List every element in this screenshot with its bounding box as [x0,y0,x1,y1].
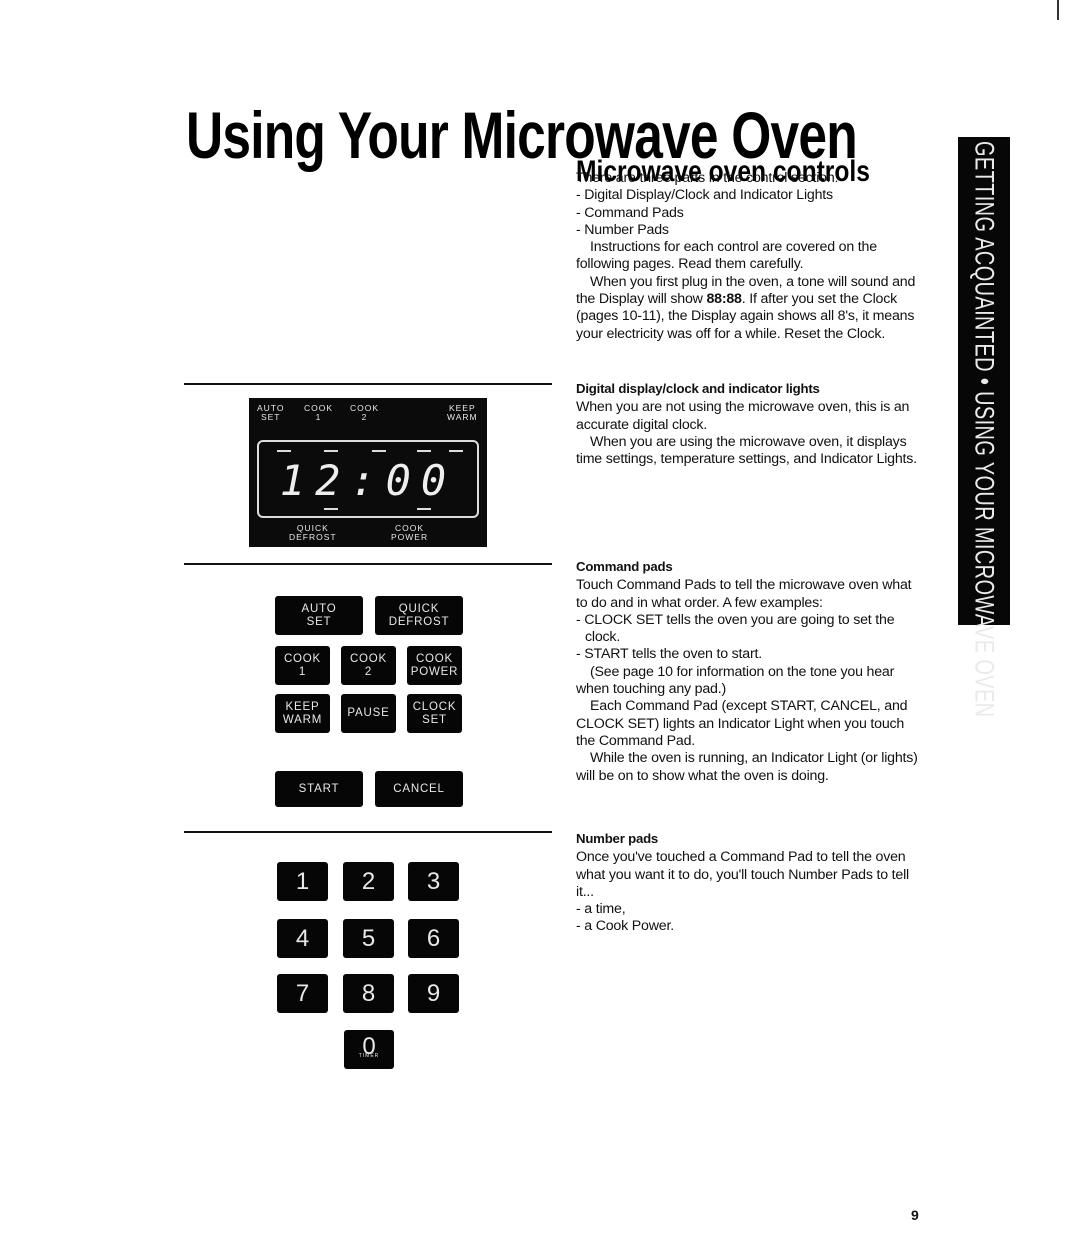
auto-set-pad[interactable]: AUTO SET [275,596,363,635]
indicator-light [324,450,338,452]
divider-rule [184,563,552,565]
part-item: - Command Pads [576,204,684,221]
paragraph: Once you've touched a Command Pad to tel… [576,849,909,900]
first-plug-paragraph: When you first plug in the oven, a tone … [576,274,926,343]
number-pad-7[interactable]: 7 [277,974,328,1013]
pause-pad[interactable]: PAUSE [341,694,396,733]
chapter-side-tab: GETTING ACQUAINTED • USING YOUR MICROWAV… [958,137,1010,717]
intro-text: There are three parts in the control sec… [576,170,839,186]
paragraph: (See page 10 for information on the tone… [576,663,895,698]
indicator-light [449,450,463,452]
instructions-paragraph: Instructions for each control are covere… [576,239,877,273]
number-pad-4[interactable]: 4 [277,919,328,958]
digital-display-panel: AUTO SET COOK 1 COOK 2 KEEP WARM 12:00 Q… [249,398,487,547]
controls-intro-block: There are three parts in the control sec… [576,170,926,343]
indicator-light [324,508,338,510]
number-pad-6[interactable]: 6 [408,919,459,958]
indicator-label-auto-set: AUTO SET [257,403,285,422]
timer-sublabel: TIMER [358,1053,380,1059]
cook-2-pad[interactable]: COOK 2 [341,646,396,685]
paragraph: When you are not using the microwave ove… [576,399,910,433]
bullet-item: - a Cook Power. [576,918,674,935]
number-pad-0-label: 0 [362,1033,376,1060]
paragraph: While the oven is running, an Indicator … [576,750,918,784]
indicator-label-cook-1: COOK 1 [304,403,334,422]
command-pads-section: Command pads Touch Command Pads to tell … [576,558,926,785]
clock-set-pad[interactable]: CLOCK SET [407,694,462,733]
indicator-light [372,450,386,452]
quick-defrost-pad[interactable]: QUICK DEFROST [375,596,463,635]
side-tab-label: GETTING ACQUAINTED • USING YOUR MICROWAV… [969,141,1000,718]
indicator-light [417,508,431,510]
number-pad-2[interactable]: 2 [343,862,394,901]
paragraph: Each Command Pad (except START, CANCEL, … [576,698,908,749]
number-pad-5[interactable]: 5 [343,919,394,958]
number-pad-0[interactable]: 0 TIMER [344,1030,394,1069]
number-pad-8[interactable]: 8 [343,974,394,1013]
start-pad[interactable]: START [275,771,363,807]
indicator-light [417,450,431,452]
part-item: - Number Pads [576,221,669,238]
cook-1-pad[interactable]: COOK 1 [275,646,330,685]
indicator-label-quick-defrost: QUICK DEFROST [289,523,337,542]
divider-rule [184,831,552,833]
display-section: Digital display/clock and indicator ligh… [576,380,926,468]
divider-rule [184,383,552,385]
clock-screen: 12:00 [257,440,479,518]
bullet-item: - a time, [576,901,626,918]
keep-warm-pad[interactable]: KEEP WARM [275,694,330,733]
number-pads-section: Number pads Once you've touched a Comman… [576,830,926,936]
paragraph: When you are using the microwave oven, i… [576,433,917,468]
bullet-item: - CLOCK SET tells the oven you are going… [576,611,895,646]
display-section-heading: Digital display/clock and indicator ligh… [576,381,820,396]
bullet-item: - START tells the oven to start. [576,646,762,663]
part-item: - Digital Display/Clock and Indicator Li… [576,187,833,204]
number-pad-1[interactable]: 1 [277,862,328,901]
clock-time: 12:00 [279,456,457,505]
cook-power-pad[interactable]: COOK POWER [407,646,462,685]
paragraph: Touch Command Pads to tell the microwave… [576,577,912,611]
chapter-side-tab-text: GETTING ACQUAINTED • USING YOUR MICROWAV… [969,141,1000,920]
indicator-light [277,450,291,452]
number-pad-9[interactable]: 9 [408,974,459,1013]
page-edge-mark [1057,0,1059,20]
number-pads-heading: Number pads [576,831,659,846]
cancel-pad[interactable]: CANCEL [375,771,463,807]
indicator-label-cook-2: COOK 2 [350,403,380,422]
number-pad-3[interactable]: 3 [408,862,459,901]
indicator-label-cook-power: COOK POWER [391,523,429,542]
command-pads-heading: Command pads [576,559,673,574]
page-number: 9 [911,1207,919,1223]
display-code: 88:88 [706,291,742,308]
indicator-label-keep-warm: KEEP WARM [447,403,478,422]
